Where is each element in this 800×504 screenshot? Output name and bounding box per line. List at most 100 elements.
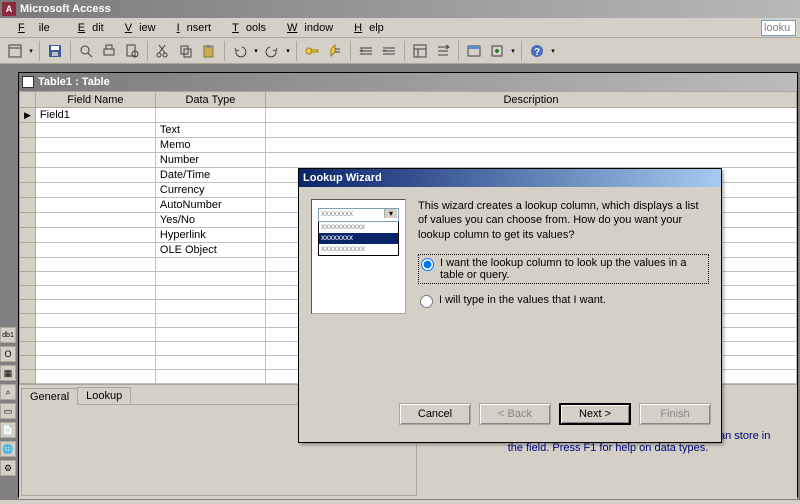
row-selector[interactable]: [20, 356, 36, 370]
row-selector[interactable]: [20, 300, 36, 314]
row-selector[interactable]: [20, 258, 36, 272]
db-reports-icon[interactable]: 📄: [0, 422, 16, 438]
field-name-cell[interactable]: [35, 300, 155, 314]
row-selector[interactable]: [20, 370, 36, 384]
field-name-cell[interactable]: [35, 138, 155, 153]
properties-button[interactable]: [409, 40, 431, 62]
data-type-option[interactable]: Currency: [155, 183, 265, 198]
db-objects-icon[interactable]: O: [0, 346, 16, 362]
data-type-option[interactable]: Text: [155, 123, 265, 138]
radio-type-values[interactable]: I will type in the values that I want.: [418, 292, 709, 310]
db-macros-icon[interactable]: ⚙: [0, 460, 16, 476]
wizard-titlebar[interactable]: Lookup Wizard: [299, 169, 721, 187]
copy-button[interactable]: [175, 40, 197, 62]
finish-button[interactable]: Finish: [639, 403, 711, 425]
menu-window[interactable]: Window: [273, 20, 340, 36]
field-name-cell[interactable]: [35, 258, 155, 272]
field-name-cell[interactable]: [35, 370, 155, 384]
table-window-titlebar[interactable]: Table1 : Table: [19, 73, 797, 91]
data-type-cell[interactable]: [155, 272, 265, 286]
field-name-cell[interactable]: [35, 213, 155, 228]
data-type-option[interactable]: Yes/No: [155, 213, 265, 228]
new-object-button[interactable]: [486, 40, 508, 62]
back-button[interactable]: < Back: [479, 403, 551, 425]
data-type-cell[interactable]: [155, 258, 265, 272]
row-selector[interactable]: [20, 243, 36, 258]
row-selector[interactable]: [20, 272, 36, 286]
menu-file[interactable]: File: [4, 20, 64, 36]
field-name-cell[interactable]: [35, 342, 155, 356]
data-type-option[interactable]: Hyperlink: [155, 228, 265, 243]
tab-general[interactable]: General: [21, 388, 78, 405]
db-tables-icon[interactable]: ▦: [0, 365, 16, 381]
view-dropdown[interactable]: ▾: [27, 47, 35, 55]
field-name-cell[interactable]: [35, 153, 155, 168]
search-button[interactable]: [75, 40, 97, 62]
description-cell[interactable]: [265, 108, 796, 123]
new-object-dropdown[interactable]: ▾: [509, 47, 517, 55]
row-selector[interactable]: [20, 198, 36, 213]
menu-tools[interactable]: Tools: [218, 20, 273, 36]
field-name-cell[interactable]: Field1: [35, 108, 155, 123]
data-type-option[interactable]: Memo: [155, 138, 265, 153]
help-button[interactable]: ?: [526, 40, 548, 62]
radio-type-values-input[interactable]: [420, 295, 433, 308]
radio-lookup-table-input[interactable]: [421, 258, 434, 271]
tab-lookup[interactable]: Lookup: [77, 387, 131, 404]
row-selector[interactable]: [20, 328, 36, 342]
delete-rows-button[interactable]: −: [378, 40, 400, 62]
field-name-cell[interactable]: [35, 272, 155, 286]
row-selector[interactable]: [20, 228, 36, 243]
field-name-cell[interactable]: [35, 168, 155, 183]
primary-key-button[interactable]: [301, 40, 323, 62]
print-button[interactable]: [98, 40, 120, 62]
row-selector[interactable]: [20, 168, 36, 183]
redo-dropdown[interactable]: ▾: [284, 47, 292, 55]
insert-rows-button[interactable]: +: [355, 40, 377, 62]
data-type-cell[interactable]: [155, 342, 265, 356]
data-type-cell[interactable]: [155, 314, 265, 328]
radio-lookup-table[interactable]: I want the lookup column to look up the …: [418, 254, 709, 284]
cancel-button[interactable]: Cancel: [399, 403, 471, 425]
paste-button[interactable]: [198, 40, 220, 62]
row-selector[interactable]: ▶: [20, 108, 36, 123]
builder-button[interactable]: [432, 40, 454, 62]
data-type-cell[interactable]: [155, 328, 265, 342]
description-cell[interactable]: [265, 123, 796, 138]
field-name-cell[interactable]: [35, 243, 155, 258]
db-pages-icon[interactable]: 🌐: [0, 441, 16, 457]
field-name-cell[interactable]: [35, 123, 155, 138]
menu-insert[interactable]: Insert: [163, 20, 219, 36]
indexes-button[interactable]: [324, 40, 346, 62]
data-type-cell[interactable]: [155, 286, 265, 300]
help-search-box[interactable]: looku: [761, 20, 796, 36]
next-button[interactable]: Next >: [559, 403, 631, 425]
undo-dropdown[interactable]: ▾: [252, 47, 260, 55]
field-name-cell[interactable]: [35, 314, 155, 328]
description-cell[interactable]: [265, 153, 796, 168]
print-preview-button[interactable]: [121, 40, 143, 62]
field-name-cell[interactable]: [35, 328, 155, 342]
undo-button[interactable]: [229, 40, 251, 62]
row-selector[interactable]: [20, 213, 36, 228]
menu-view[interactable]: View: [111, 20, 163, 36]
view-button[interactable]: [4, 40, 26, 62]
field-name-cell[interactable]: [35, 198, 155, 213]
field-name-cell[interactable]: [35, 286, 155, 300]
database-window-button[interactable]: [463, 40, 485, 62]
row-selector[interactable]: [20, 314, 36, 328]
data-type-option[interactable]: OLE Object: [155, 243, 265, 258]
data-type-cell[interactable]: [155, 356, 265, 370]
row-selector[interactable]: [20, 138, 36, 153]
data-type-option[interactable]: Date/Time: [155, 168, 265, 183]
db-forms-icon[interactable]: ▭: [0, 403, 16, 419]
row-selector[interactable]: [20, 183, 36, 198]
description-cell[interactable]: [265, 138, 796, 153]
field-name-cell[interactable]: [35, 356, 155, 370]
field-name-cell[interactable]: [35, 183, 155, 198]
row-selector[interactable]: [20, 286, 36, 300]
data-type-option[interactable]: AutoNumber: [155, 198, 265, 213]
row-selector[interactable]: [20, 153, 36, 168]
row-selector[interactable]: [20, 342, 36, 356]
save-button[interactable]: [44, 40, 66, 62]
